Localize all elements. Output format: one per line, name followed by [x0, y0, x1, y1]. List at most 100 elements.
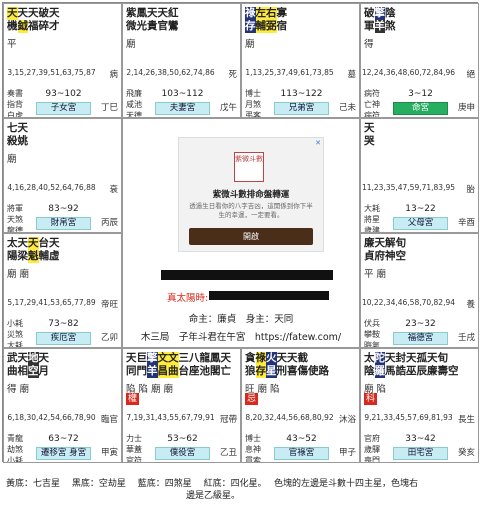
ad-banner[interactable]: ✕ 紫微斗數 紫微斗數排命盤轉運 透過生日看你的八字吉凶，這開係到你下半生的幸運…	[178, 137, 324, 252]
god-list: 飛廉 咸池 天德	[126, 88, 142, 118]
palace-stem-branch: 癸亥	[457, 448, 475, 458]
ad-close-icon[interactable]: ✕	[315, 139, 321, 147]
chart-center-panel: ✕ 紫微斗數 紫微斗數排命盤轉運 透過生日看你的八字吉凶，這開係到你下半生的幸運…	[122, 118, 360, 348]
god-list: 小耗 災煞 大耗	[7, 318, 23, 347]
palace-name[interactable]: 福德宮	[393, 332, 448, 345]
god-item: 大耗	[364, 204, 380, 213]
star-list: 七天 殺姚	[7, 122, 28, 148]
sihua-badge: 科	[364, 393, 378, 405]
star-row: 貪祿火天天截	[245, 352, 308, 365]
star-row: 陽梁魁輔虛	[7, 250, 60, 263]
age-list: 8,20,32,44,56,68,80,92	[245, 413, 334, 422]
sihua-badge: 權	[126, 393, 140, 405]
star-row: 太天天台天	[7, 237, 60, 250]
palace-name[interactable]: 疾厄宮	[36, 332, 91, 345]
ad-open-button[interactable]: 開啟	[189, 228, 313, 245]
god-item: 喪門	[364, 456, 380, 463]
life-stage: 胎	[466, 185, 475, 195]
palace-name[interactable]: 官祿宮	[274, 447, 329, 460]
god-item: 官府	[364, 434, 380, 443]
god-item: 歲建	[364, 226, 380, 233]
palace-name[interactable]: 財帛宮	[36, 217, 91, 230]
palace-cell-shen: 破擎陰 軍羊煞得 12,24,36,48,60,72,84,96 絕病符 亡神 病符 3~1…	[360, 3, 479, 118]
star-list: 天天天破天 機鉞福碎才	[7, 7, 60, 33]
god-item: 將軍	[7, 204, 23, 213]
palace-name[interactable]: 子女宮	[36, 102, 91, 115]
star-row: 殺姚	[7, 135, 28, 147]
sihua-badge: 忌	[245, 393, 259, 405]
legend-line-1: 黃底：七吉星 黑底：空劫星 藍底：四煞星 紅底：四化星。 色塊的左邊是斗數十四主…	[6, 479, 418, 489]
god-item: 伏兵	[364, 319, 380, 328]
star-row: 七天	[7, 122, 28, 134]
decade-range: 23~32	[405, 319, 436, 329]
life-stage: 墓	[347, 70, 356, 80]
god-item: 災煞	[7, 330, 23, 339]
palace-cell-zi: 貪祿火天天截 狼存星刑喜傷使路旺 廟 陷忌 8,20,32,44,56,68,80,…	[241, 348, 360, 463]
ad-logo: 紫微斗數	[234, 152, 264, 182]
god-list: 大耗 將星 歲建	[364, 203, 380, 233]
god-list: 官府 歲驛 喪門	[364, 433, 380, 463]
palace-name[interactable]: 夫妻宮	[155, 102, 210, 115]
god-item: 青龍	[7, 434, 23, 443]
age-list: 2,14,26,38,50,62,74,86	[126, 68, 215, 77]
ziwei-chart: ✕ 紫微斗數 紫微斗數排命盤轉運 透過生日看你的八字吉凶，這開係到你下半生的幸運…	[2, 2, 479, 463]
god-list: 將軍 天煞 龍德	[7, 203, 23, 232]
life-stage: 死	[228, 70, 237, 80]
palace-cell-chou: 天巨擎文文三八龍鳳天 同門羊昌曲台座池閣亡陷 陷 廟 廟權 7,19,31,43,5…	[122, 348, 241, 463]
god-list: 伏兵 攀鞍 晦氣	[364, 318, 380, 348]
god-item: 飛廉	[126, 89, 142, 98]
palace-name[interactable]: 田宅宮	[393, 447, 448, 460]
god-item: 天德	[126, 111, 142, 118]
star-row: 廉天解旬	[364, 237, 406, 249]
star-brightness: 得	[364, 39, 374, 50]
god-item: 病符	[364, 111, 380, 118]
star-row: 微光貴官鸞	[126, 20, 179, 32]
life-stage: 沐浴	[338, 415, 356, 425]
palace-cell-chen: 七天 殺姚廟 4,16,28,40,52,64,76,88 衰將軍 天煞 龍德 83~92 財…	[3, 118, 122, 233]
god-item: 官符	[126, 456, 142, 463]
age-list: 6,18,30,42,54,66,78,90	[7, 413, 96, 422]
star-brightness: 得 廟	[7, 384, 30, 395]
star-list: 紫鳳天天紅 微光貴官鸞	[126, 7, 179, 33]
life-stage: 臨官	[100, 415, 118, 425]
life-stage: 絕	[466, 70, 475, 80]
palace-name[interactable]: 僕役宮	[155, 447, 210, 460]
age-list: 7,19,31,43,55,67,79,91	[126, 413, 215, 422]
god-item: 晦氣	[364, 341, 380, 348]
god-item: 小耗	[7, 319, 23, 328]
age-list: 4,16,28,40,52,64,76,88	[7, 183, 96, 192]
ad-title: 紫微斗數排命盤轉運	[212, 190, 290, 200]
age-list: 12,24,36,48,60,72,84,96	[361, 68, 456, 77]
palace-name[interactable]: 兄弟宮	[274, 102, 329, 115]
ming-shen-master: 命主：廉貞 身主：天同	[188, 314, 294, 325]
star-list: 天哭	[364, 122, 375, 148]
decade-range: 73~82	[48, 319, 79, 329]
god-item: 弔客	[245, 111, 261, 118]
palace-stem-branch: 壬戌	[457, 333, 475, 343]
star-brightness: 平	[7, 39, 17, 50]
god-item: 奏書	[7, 89, 23, 98]
palace-cell-xu: 廉天解旬 貞府神空平 廟 10,22,34,46,58,70,82,94 養伏兵 攀鞍晦…	[360, 233, 479, 348]
star-row: 太陀天封天孤天旬	[364, 352, 448, 365]
star-row: 武天地天	[7, 352, 49, 365]
star-list: 天巨擎文文三八龍鳳天 同門羊昌曲台座池閣亡	[126, 352, 231, 378]
decade-range: 53~62	[167, 434, 198, 444]
palace-name[interactable]: 遷移宮 身宮	[36, 447, 91, 460]
palace-name[interactable]: 父母宮	[393, 217, 448, 230]
solar-time-label: 真太陽時:	[167, 293, 209, 304]
decade-range: 43~52	[286, 434, 317, 444]
decade-range: 63~72	[48, 434, 79, 444]
star-list: 廉天解旬 貞府神空	[364, 237, 406, 263]
god-item: 貫索	[245, 456, 261, 463]
palace-stem-branch: 乙丑	[219, 448, 237, 458]
god-list: 力士 華蓋 官符	[126, 433, 142, 463]
god-item: 攀鞍	[364, 330, 380, 339]
legend-line-2: 邊是乙級星。	[186, 491, 241, 501]
god-list: 奏書 指背 白虎	[7, 88, 23, 117]
decade-range: 83~92	[48, 204, 79, 214]
star-list: 破擎陰 軍羊煞	[364, 7, 396, 33]
god-item: 博士	[245, 434, 261, 443]
god-item: 天煞	[7, 215, 23, 224]
star-row: 存輔弼宿	[245, 20, 287, 33]
palace-name[interactable]: 命宮	[393, 102, 448, 115]
